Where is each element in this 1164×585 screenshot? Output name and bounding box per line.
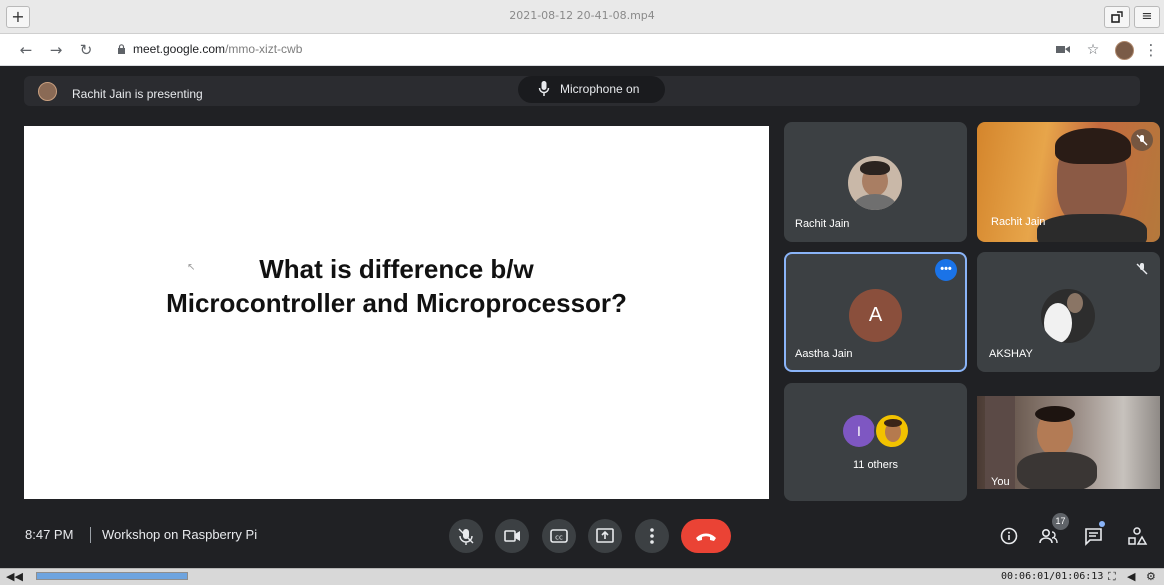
participant-name: AKSHAY (989, 348, 1033, 360)
mic-muted-icon (1135, 262, 1149, 276)
new-message-dot (1099, 521, 1105, 527)
address-bar[interactable]: meet.google.com/mmo-xizt-cwb (133, 42, 302, 56)
profile-avatar[interactable] (1115, 41, 1134, 60)
lock-icon (118, 44, 125, 54)
hamburger-menu-icon[interactable]: ≡ (1134, 6, 1160, 28)
camera-blocked-icon[interactable] (1056, 44, 1070, 54)
url-path: /mmo-xizt-cwb (225, 42, 303, 56)
forward-arrow-icon[interactable]: → (46, 40, 66, 60)
meeting-title: Workshop on Raspberry Pi (102, 527, 258, 542)
playback-time: 00:06:01/01:06:13 (1001, 571, 1104, 582)
avatar: A (849, 289, 902, 342)
avatar (848, 156, 902, 210)
avatar: I (843, 415, 875, 447)
participants-count-badge: 17 (1052, 513, 1069, 530)
microphone-toggle-button[interactable] (449, 519, 483, 553)
reload-icon[interactable]: ↻ (76, 40, 96, 60)
rewind-icon[interactable]: ◀◀ (6, 570, 23, 583)
camera-toggle-button[interactable] (495, 519, 529, 553)
leave-call-button[interactable] (681, 519, 731, 553)
others-count: 11 others (852, 459, 899, 471)
microphone-icon (538, 81, 550, 96)
avatar (874, 413, 910, 449)
participant-name: You (991, 476, 1010, 488)
file-title: 2021-08-12 20-41-08.mp4 (509, 9, 655, 22)
svg-text:cc: cc (555, 534, 563, 542)
microphone-status: Microphone on (560, 82, 640, 96)
present-now-button[interactable] (588, 519, 622, 553)
settings-icon[interactable]: ⚙ (1146, 570, 1156, 583)
presenting-text: Rachit Jain is presenting (72, 87, 203, 101)
seek-bar[interactable] (36, 572, 188, 580)
chat-icon[interactable] (1083, 525, 1105, 547)
slide-title: What is difference b/w Microcontroller a… (166, 254, 627, 318)
participant-name: Rachit Jain (795, 218, 850, 230)
avatar (1041, 289, 1095, 343)
browser-menu-icon[interactable]: ⋮ (1141, 40, 1161, 60)
more-options-button[interactable] (635, 519, 669, 553)
participant-tile-others[interactable] (784, 383, 967, 501)
fullscreen-icon[interactable]: ⛶ (1108, 570, 1116, 584)
presenter-avatar (38, 82, 57, 101)
bookmark-star-icon[interactable]: ☆ (1083, 40, 1103, 60)
participant-name: Aastha Jain (795, 348, 853, 360)
mic-muted-icon (1131, 129, 1153, 151)
divider (90, 527, 91, 543)
meeting-time: 8:47 PM (25, 527, 74, 542)
more-options-icon[interactable]: ••• (935, 259, 957, 281)
back-arrow-icon[interactable]: ← (16, 40, 36, 60)
activities-icon[interactable] (1126, 525, 1148, 547)
participant-name: Rachit Jain (991, 216, 1046, 228)
captions-button[interactable]: cc (542, 519, 576, 553)
restore-icon[interactable] (1104, 6, 1130, 28)
url-host: meet.google.com (133, 42, 226, 56)
meeting-details-icon[interactable] (999, 526, 1019, 546)
volume-icon[interactable]: ◀ (1127, 570, 1135, 583)
